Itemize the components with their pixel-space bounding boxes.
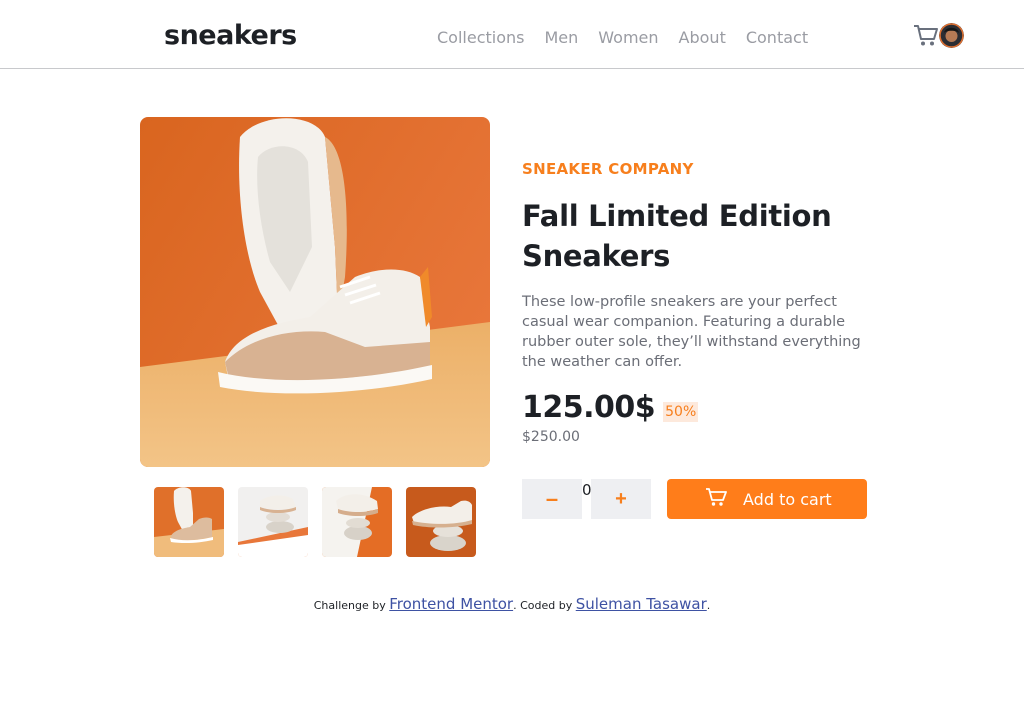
discount-badge: 50%	[663, 402, 699, 422]
nav-men[interactable]: Men	[544, 28, 578, 48]
thumbnail-2[interactable]	[238, 487, 308, 557]
footer-end: .	[706, 599, 711, 612]
company-name: SNEAKER COMPANY	[522, 160, 694, 178]
nav-about[interactable]: About	[679, 28, 726, 48]
nav-collections[interactable]: Collections	[437, 28, 524, 48]
thumbnail-list	[154, 487, 476, 557]
decrease-quantity-button[interactable]: –	[522, 479, 582, 519]
thumbnail-3[interactable]	[322, 487, 392, 557]
add-to-cart-label: Add to cart	[743, 489, 832, 509]
increase-quantity-button[interactable]: +	[591, 479, 651, 519]
price-row: 125.00$ 50%	[522, 389, 699, 427]
author-link[interactable]: Suleman Tasawar	[576, 595, 707, 613]
coded-by-text: . Coded by	[513, 599, 573, 612]
challenge-by-text: Challenge by	[313, 599, 386, 612]
product-title: Fall Limited Edition Sneakers	[522, 199, 832, 273]
thumbnail-4[interactable]	[406, 487, 476, 557]
avatar[interactable]	[939, 23, 964, 48]
site-header: sneakers Collections Men Women About Con…	[0, 0, 1024, 69]
cart-icon	[706, 488, 727, 506]
main-nav: Collections Men Women About Contact	[437, 28, 808, 48]
nav-contact[interactable]: Contact	[746, 28, 808, 48]
quantity-value: 0	[582, 481, 592, 499]
logo[interactable]: sneakers	[164, 20, 297, 52]
nav-women[interactable]: Women	[598, 28, 658, 48]
add-to-cart-button[interactable]: Add to cart	[667, 479, 867, 519]
current-price: 125.00$	[522, 390, 656, 425]
attribution-footer: Challenge by Frontend Mentor. Coded by S…	[0, 594, 1024, 616]
cart-icon[interactable]	[913, 23, 939, 47]
product-main-image[interactable]	[140, 117, 490, 467]
frontend-mentor-link[interactable]: Frontend Mentor	[389, 595, 513, 613]
thumbnail-1[interactable]	[154, 487, 224, 557]
original-price: $250.00	[522, 429, 580, 445]
product-description: These low-profile sneakers are your perf…	[522, 294, 861, 370]
